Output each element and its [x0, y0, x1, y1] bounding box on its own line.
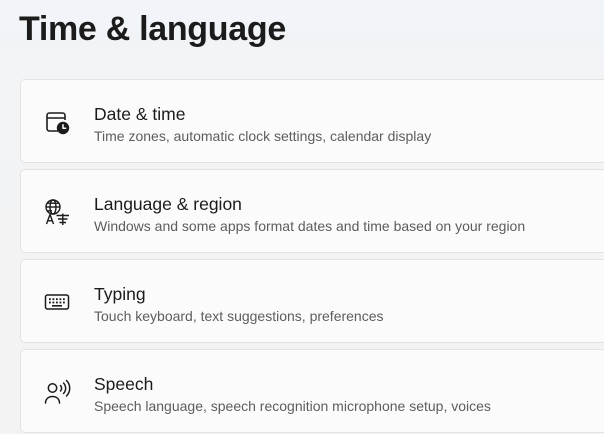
settings-page: Time & language Date & time Time zones, … [0, 0, 604, 434]
settings-item-description: Windows and some apps format dates and t… [94, 218, 526, 234]
speech-person-icon [43, 378, 71, 406]
calendar-clock-icon [43, 108, 71, 136]
globe-language-icon [43, 198, 71, 226]
settings-item-title: Speech [94, 374, 154, 394]
settings-item-language-region[interactable]: Language & region Windows and some apps … [20, 169, 604, 253]
settings-item-title: Language & region [94, 194, 242, 214]
settings-item-speech[interactable]: Speech Speech language, speech recogniti… [20, 349, 604, 433]
settings-item-typing[interactable]: Typing Touch keyboard, text suggestions,… [20, 259, 604, 343]
keyboard-icon [43, 288, 71, 316]
settings-item-description: Speech language, speech recognition micr… [94, 398, 491, 414]
settings-item-title: Date & time [94, 104, 186, 124]
settings-item-description: Time zones, automatic clock settings, ca… [94, 128, 432, 144]
settings-item-date-time[interactable]: Date & time Time zones, automatic clock … [20, 79, 604, 163]
settings-item-description: Touch keyboard, text suggestions, prefer… [94, 308, 384, 324]
settings-item-title: Typing [94, 284, 146, 304]
page-title: Time & language [19, 10, 286, 48]
